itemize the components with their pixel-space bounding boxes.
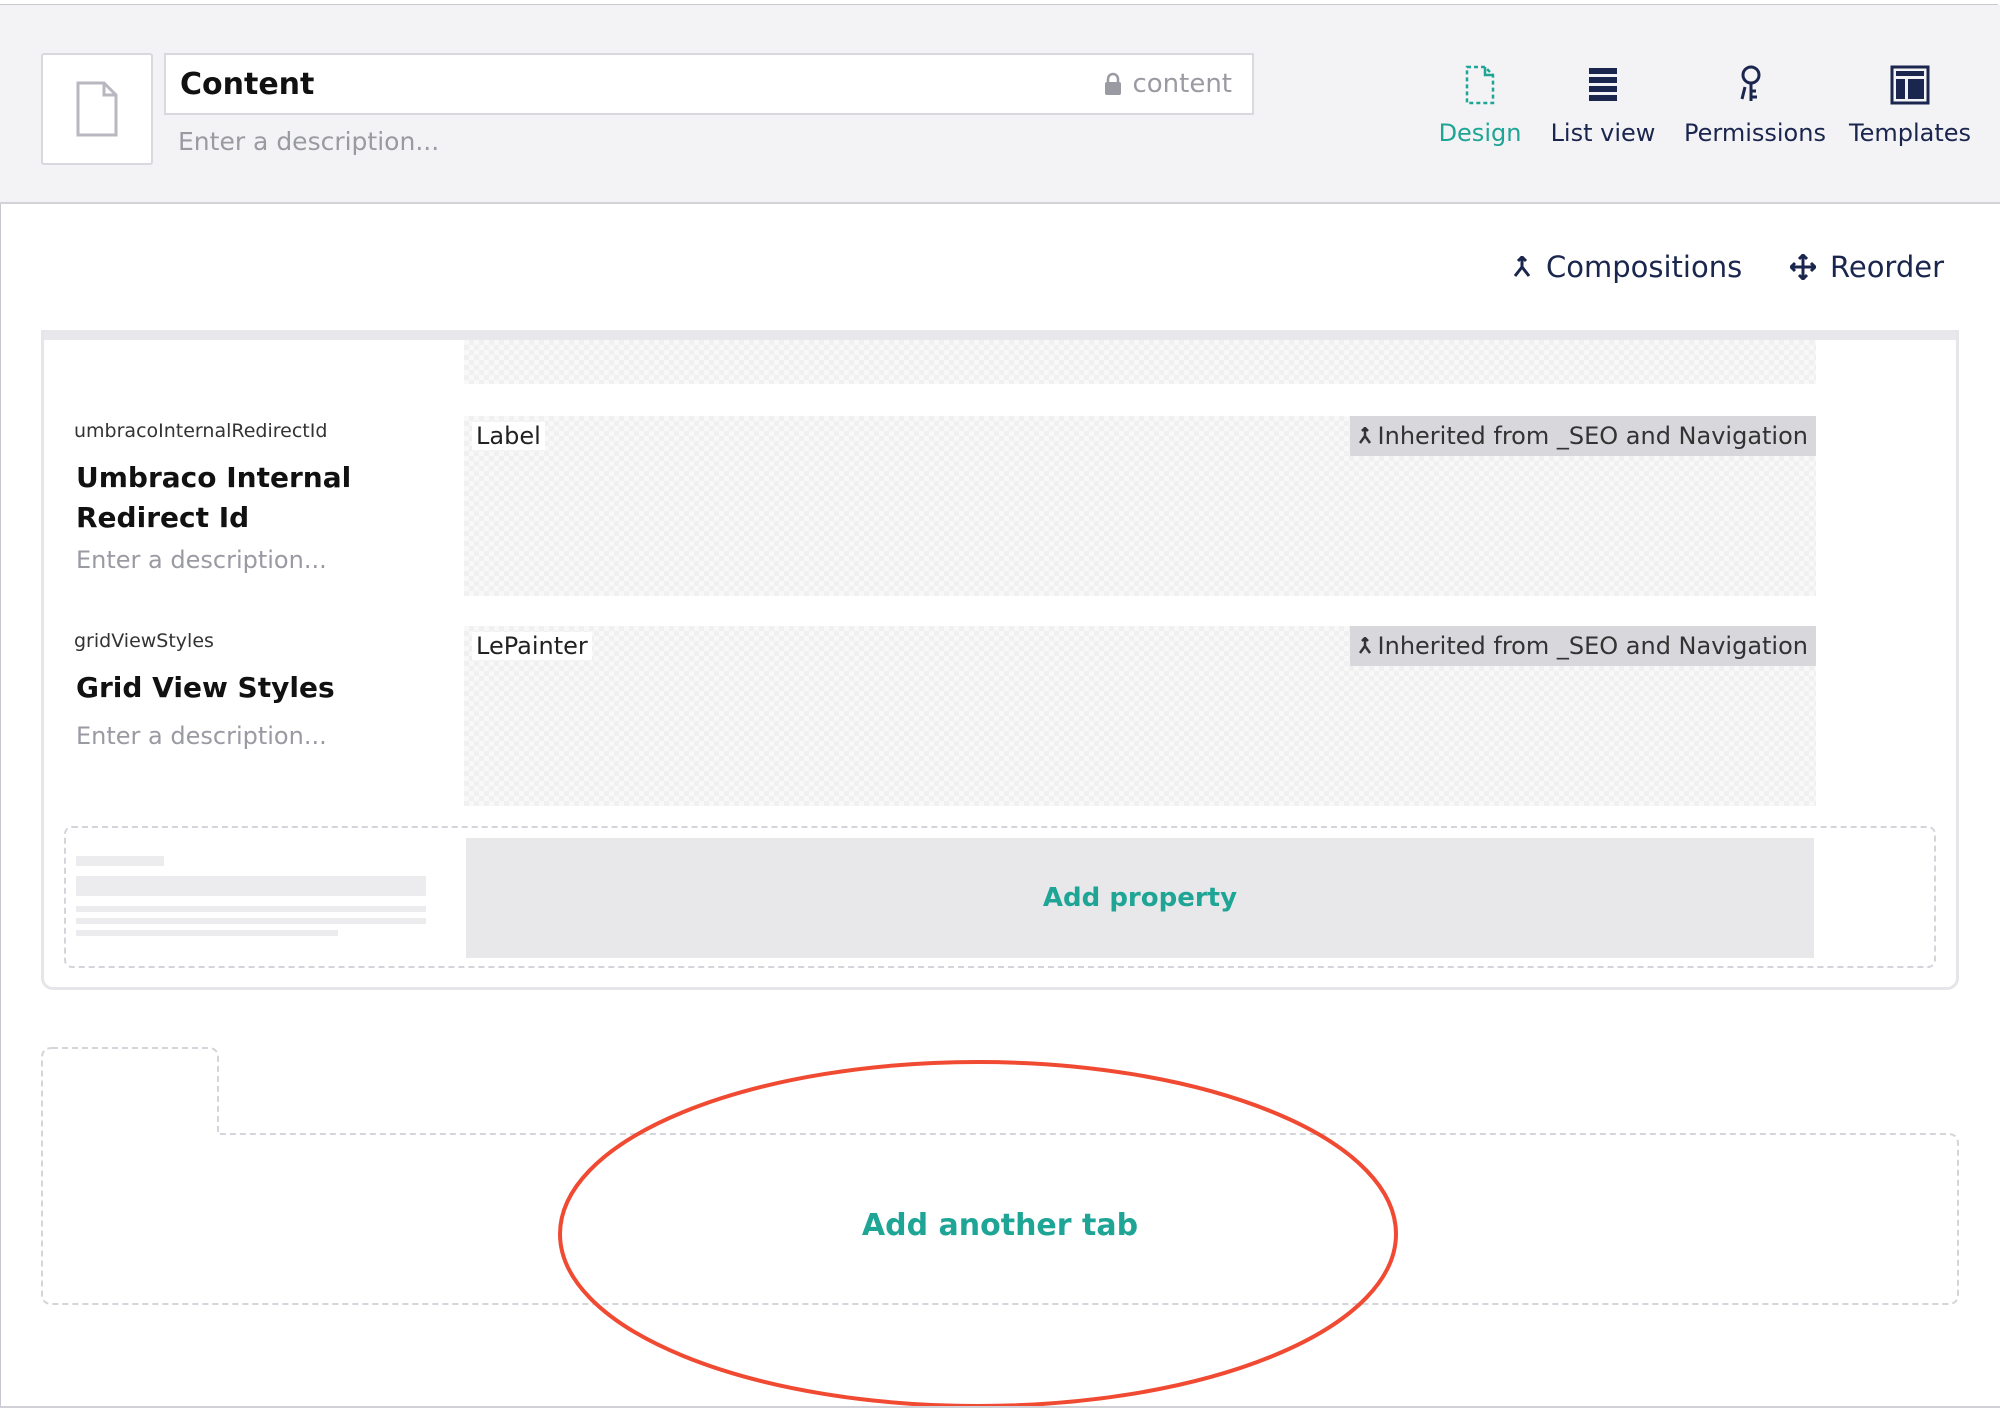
list-icon bbox=[1589, 68, 1617, 101]
property-alias: gridViewStyles bbox=[74, 630, 214, 652]
tab-list-view-label: List view bbox=[1550, 119, 1656, 147]
lock-icon bbox=[1105, 72, 1122, 95]
document-dashed-icon bbox=[1465, 65, 1495, 105]
reorder-label: Reorder bbox=[1830, 250, 1945, 284]
compositions-button[interactable]: Compositions bbox=[1512, 250, 1742, 284]
skeleton-line bbox=[76, 918, 426, 924]
add-another-tab-button[interactable]: Add another tab bbox=[800, 1208, 1200, 1243]
tab-design-label: Design bbox=[1438, 119, 1522, 147]
inherited-badge: Inherited from _SEO and Navigation bbox=[1349, 626, 1816, 666]
tab-templates-label: Templates bbox=[1848, 119, 1971, 147]
tab-templates[interactable]: Templates bbox=[1848, 61, 1972, 147]
merge-icon bbox=[1513, 256, 1531, 277]
skeleton-line bbox=[76, 906, 426, 912]
alias-field[interactable]: content bbox=[1104, 69, 1232, 99]
editor-name: LePainter bbox=[472, 632, 592, 660]
document-type-icon-picker[interactable] bbox=[41, 53, 153, 165]
skeleton-line bbox=[76, 856, 164, 866]
property-description[interactable]: Enter a description... bbox=[76, 546, 327, 574]
inherited-label: Inherited from _SEO and Navigation bbox=[1377, 632, 1808, 660]
skeleton-line bbox=[76, 930, 338, 936]
document-icon bbox=[76, 81, 118, 137]
tab-permissions-label: Permissions bbox=[1684, 119, 1826, 147]
editor-name: Label bbox=[472, 422, 545, 450]
property-name[interactable]: Grid View Styles bbox=[76, 668, 436, 708]
keys-icon bbox=[1740, 65, 1761, 101]
property-name[interactable]: Umbraco Internal Redirect Id bbox=[76, 458, 436, 538]
property-alias: umbracoInternalRedirectId bbox=[74, 420, 328, 442]
add-tab-zone[interactable] bbox=[40, 1046, 1962, 1308]
reorder-button[interactable]: Reorder bbox=[1790, 250, 1944, 284]
property-editor-preview[interactable]: Label Inherited from _SEO and Navigation bbox=[464, 416, 1816, 596]
layout-icon bbox=[1890, 65, 1930, 105]
skeleton-line bbox=[76, 876, 426, 896]
document-type-name-input[interactable]: Content content bbox=[164, 53, 1254, 115]
inherited-badge: Inherited from _SEO and Navigation bbox=[1349, 416, 1816, 456]
move-icon bbox=[1790, 254, 1816, 280]
tab-design[interactable]: Design bbox=[1432, 61, 1528, 147]
tab-list-view[interactable]: List view bbox=[1548, 61, 1658, 147]
merge-icon bbox=[1358, 637, 1371, 654]
merge-icon bbox=[1358, 427, 1371, 444]
description-input[interactable]: Enter a description... bbox=[178, 127, 439, 156]
property-editor-preview[interactable]: LePainter Inherited from _SEO and Naviga… bbox=[464, 626, 1816, 806]
editor-header: Content content Enter a description... D… bbox=[0, 5, 2000, 204]
compositions-label: Compositions bbox=[1546, 250, 1743, 284]
name-value: Content bbox=[180, 67, 315, 102]
add-property-button[interactable]: Add property bbox=[466, 838, 1814, 958]
previous-property-preview bbox=[464, 340, 1816, 384]
tab-permissions[interactable]: Permissions bbox=[1684, 61, 1826, 147]
bottom-border bbox=[0, 1406, 2000, 1408]
property-description[interactable]: Enter a description... bbox=[76, 722, 327, 750]
alias-value: content bbox=[1132, 69, 1232, 99]
inherited-label: Inherited from _SEO and Navigation bbox=[1377, 422, 1808, 450]
